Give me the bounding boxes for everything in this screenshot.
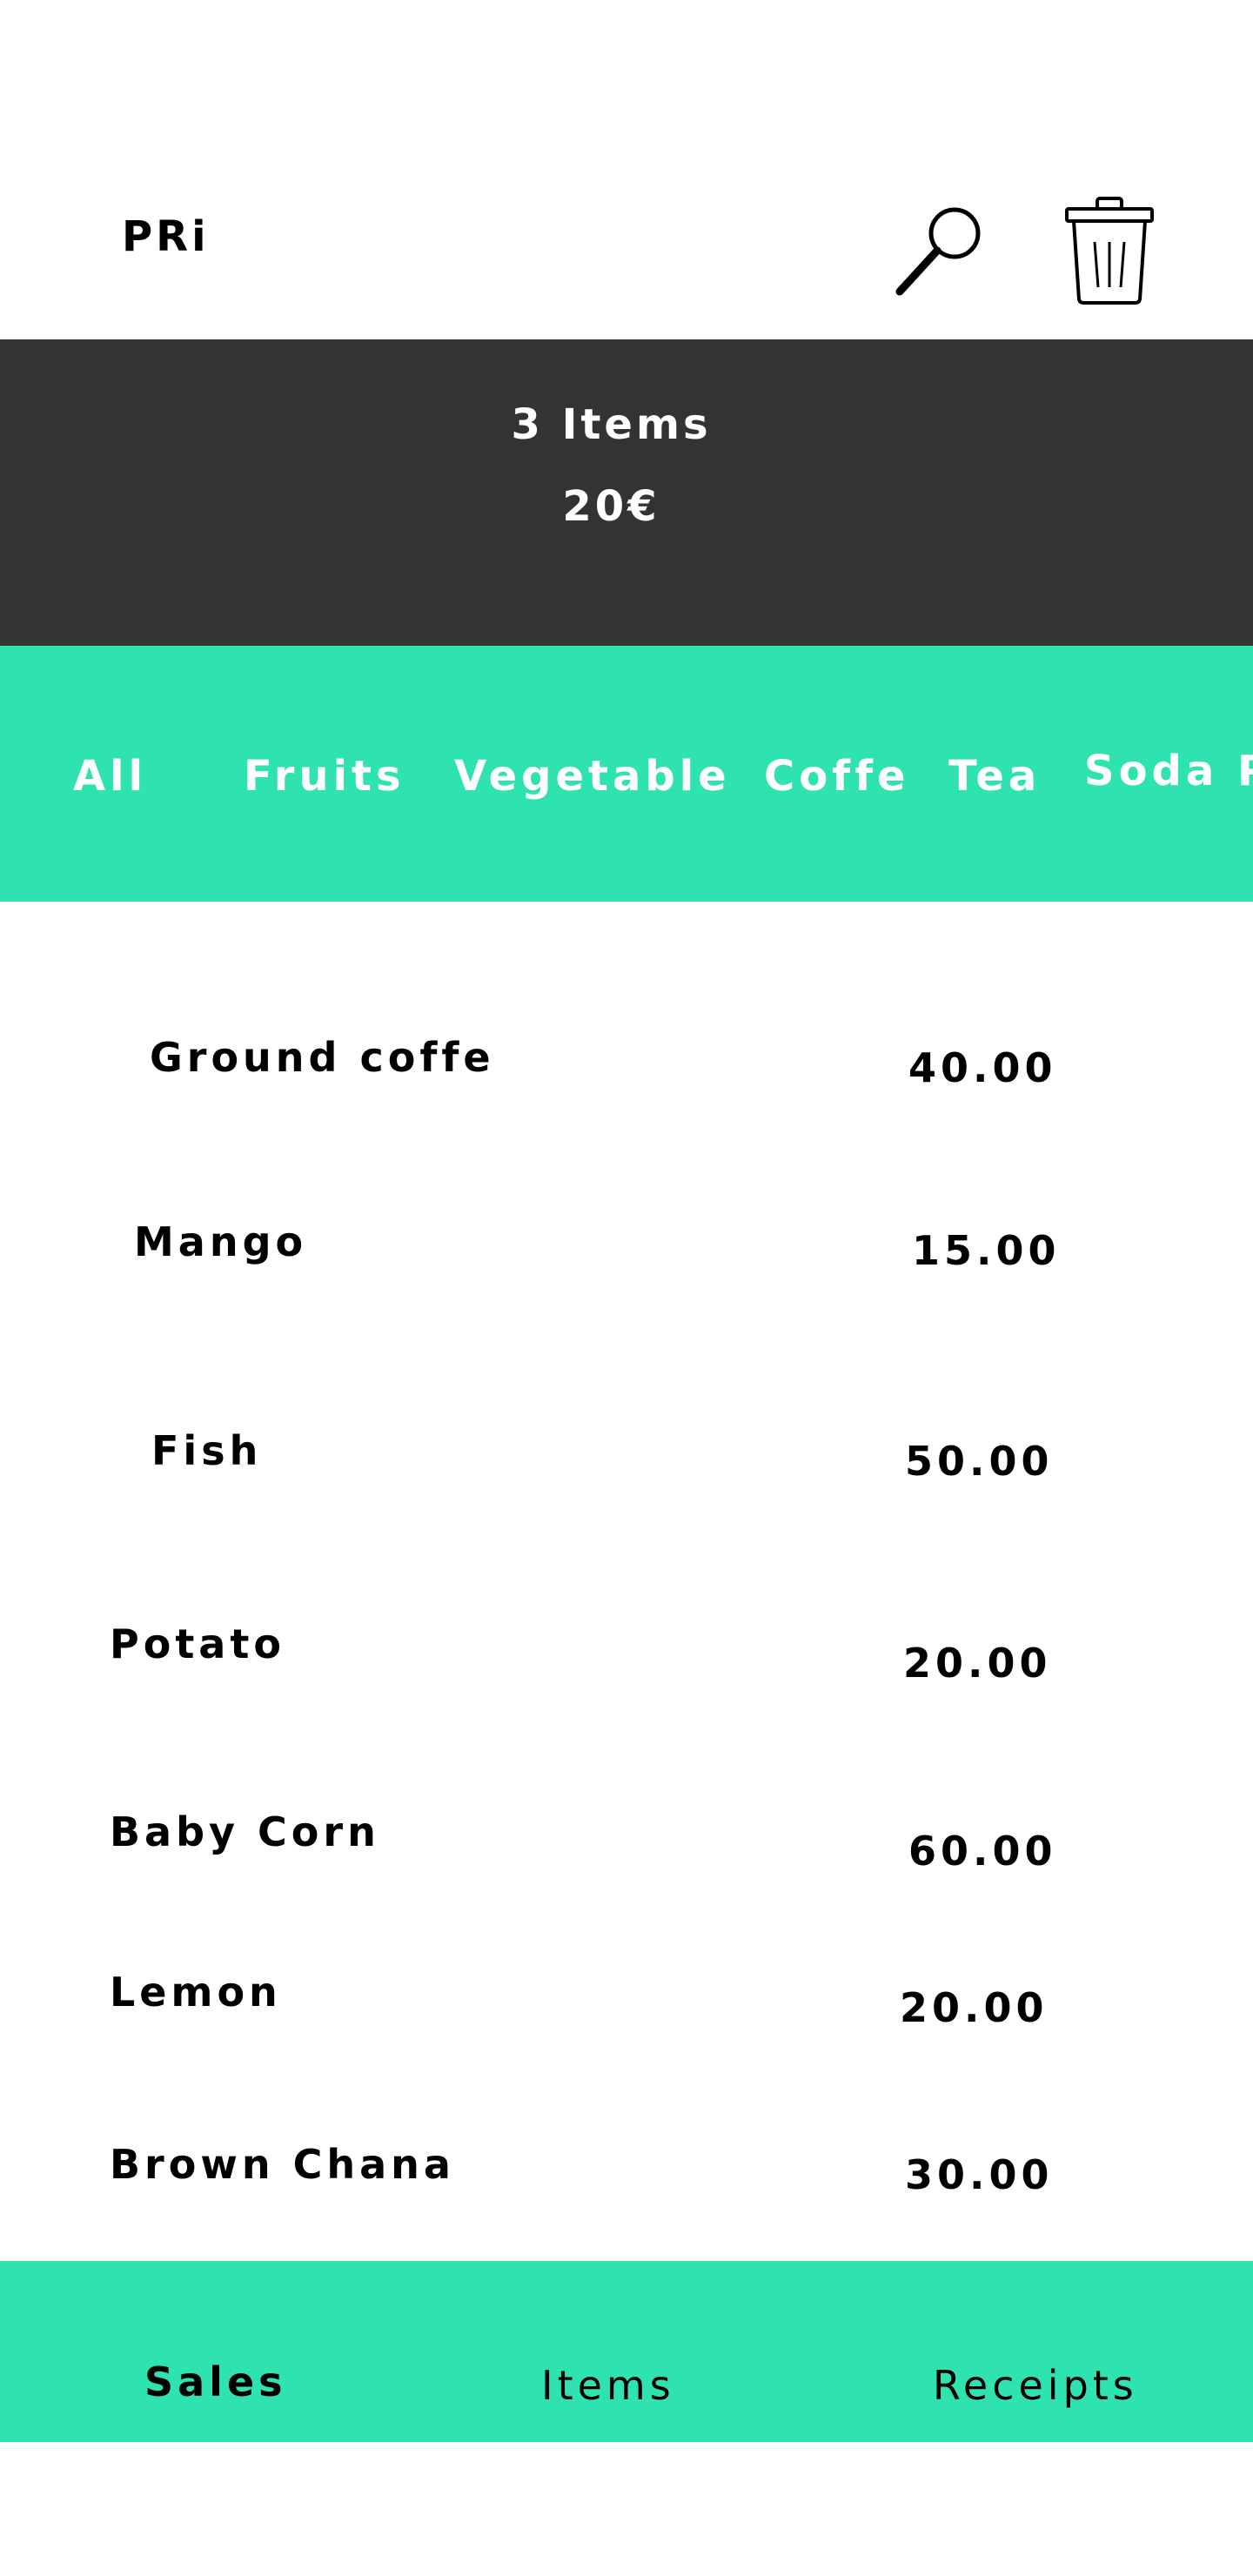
- cart-total: 20€: [562, 482, 660, 531]
- product-row[interactable]: Ground coffe 40.00: [0, 1027, 1253, 1131]
- product-name: Baby Corn: [110, 1808, 380, 1855]
- product-price: 50.00: [905, 1438, 1054, 1485]
- bottom-nav: Sales Items Receipts: [0, 2261, 1253, 2442]
- product-row[interactable]: Lemon 20.00: [0, 1962, 1253, 2066]
- product-name: Mango: [134, 1218, 308, 1265]
- product-price: 30.00: [905, 2151, 1054, 2198]
- category-fruits[interactable]: Fruits: [244, 752, 405, 801]
- product-name: Ground coffe: [150, 1034, 495, 1081]
- nav-items[interactable]: Items: [541, 2362, 675, 2409]
- app-header: PRi: [0, 0, 1253, 339]
- product-price: 60.00: [908, 1828, 1057, 1875]
- category-soda[interactable]: Soda P: [1084, 747, 1253, 795]
- nav-receipts[interactable]: Receipts: [933, 2362, 1138, 2409]
- trash-icon: [1065, 197, 1154, 305]
- product-price: 40.00: [908, 1044, 1057, 1091]
- product-row[interactable]: Baby Corn 60.00: [0, 1800, 1253, 1904]
- cart-summary: 3 Items 20€: [0, 339, 1253, 646]
- product-name: Brown Chana: [110, 2141, 455, 2188]
- product-price: 20.00: [900, 1984, 1049, 2031]
- category-bar: All Fruits Vegetable Coffe Tea Soda P: [0, 646, 1253, 902]
- delete-button[interactable]: [1053, 193, 1166, 315]
- search-button[interactable]: [888, 198, 1001, 312]
- category-coffe[interactable]: Coffe: [764, 752, 910, 801]
- item-count: 3 Items: [511, 400, 712, 449]
- product-row[interactable]: Mango 15.00: [0, 1211, 1253, 1316]
- category-tea[interactable]: Tea: [948, 752, 1041, 801]
- search-icon: [895, 207, 981, 296]
- category-all[interactable]: All: [73, 752, 147, 801]
- product-price: 15.00: [912, 1227, 1061, 1274]
- nav-sales[interactable]: Sales: [144, 2358, 287, 2405]
- app-brand: PRi: [122, 212, 210, 261]
- product-name: Potato: [110, 1620, 285, 1667]
- product-name: Lemon: [110, 1969, 282, 2016]
- product-name: Fish: [151, 1427, 263, 1474]
- category-vegetable[interactable]: Vegetable: [454, 752, 731, 801]
- product-row[interactable]: Fish 50.00: [0, 1419, 1253, 1523]
- product-row[interactable]: Potato 20.00: [0, 1612, 1253, 1716]
- product-row[interactable]: Brown Chana 30.00: [0, 2134, 1253, 2238]
- product-price: 20.00: [903, 1640, 1052, 1687]
